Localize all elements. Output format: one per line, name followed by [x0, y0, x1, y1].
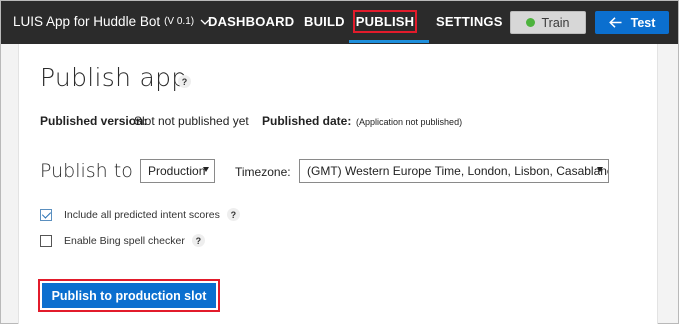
published-date-value: (Application not published)	[356, 117, 463, 127]
train-button[interactable]: Train	[510, 11, 586, 34]
dropdown-arrow-icon	[203, 167, 209, 172]
nav-tab-settings[interactable]: SETTINGS	[436, 14, 503, 29]
train-status-icon	[526, 18, 536, 27]
timezone-value: (GMT) Western Europe Time, London, Lisbo…	[307, 164, 609, 178]
publish-slot-select[interactable]: Production	[140, 159, 215, 183]
help-icon[interactable]: ?	[191, 234, 205, 247]
dropdown-arrow-icon	[597, 167, 603, 172]
test-button-label: Test	[630, 15, 656, 30]
app-selector[interactable]: LUIS App for Huddle Bot (V 0.1)	[13, 14, 210, 29]
train-button-label: Train	[541, 15, 570, 30]
nav-tab-build[interactable]: BUILD	[304, 14, 345, 29]
publish-to-label: Publish to	[40, 160, 133, 182]
timezone-label: Timezone:	[235, 165, 291, 179]
page-title: Publish app	[40, 63, 188, 92]
app-name: LUIS App for Huddle Bot	[13, 14, 161, 29]
nav-tab-publish[interactable]: PUBLISH	[353, 10, 417, 33]
bing-spell-checker-label[interactable]: Enable Bing spell checker	[64, 235, 185, 247]
published-version-value: Slot not published yet	[134, 114, 249, 128]
publish-slot-value: Production	[148, 164, 206, 178]
nav-tab-dashboard[interactable]: DASHBOARD	[208, 14, 294, 29]
help-icon[interactable]: ?	[178, 75, 191, 88]
published-date-label: Published date:	[262, 114, 352, 128]
test-button[interactable]: Test	[595, 11, 669, 34]
include-intent-scores-option[interactable]: Include all predicted intent scores ?	[40, 208, 240, 221]
timezone-select[interactable]: (GMT) Western Europe Time, London, Lisbo…	[299, 159, 609, 183]
published-version-label: Published version:	[40, 114, 148, 128]
include-intent-scores-label[interactable]: Include all predicted intent scores	[64, 209, 220, 221]
publish-to-production-button[interactable]: Publish to production slot	[42, 283, 216, 308]
active-tab-indicator	[349, 40, 429, 43]
publish-highlight-frame: Publish to production slot	[38, 279, 220, 312]
arrow-left-icon	[608, 17, 622, 28]
help-icon[interactable]: ?	[226, 208, 240, 221]
bing-spell-checker-option[interactable]: Enable Bing spell checker ?	[40, 234, 205, 247]
app-version: (V 0.1)	[164, 16, 195, 27]
bing-spell-checker-checkbox[interactable]	[40, 234, 52, 247]
include-intent-scores-checkbox[interactable]	[40, 208, 52, 221]
